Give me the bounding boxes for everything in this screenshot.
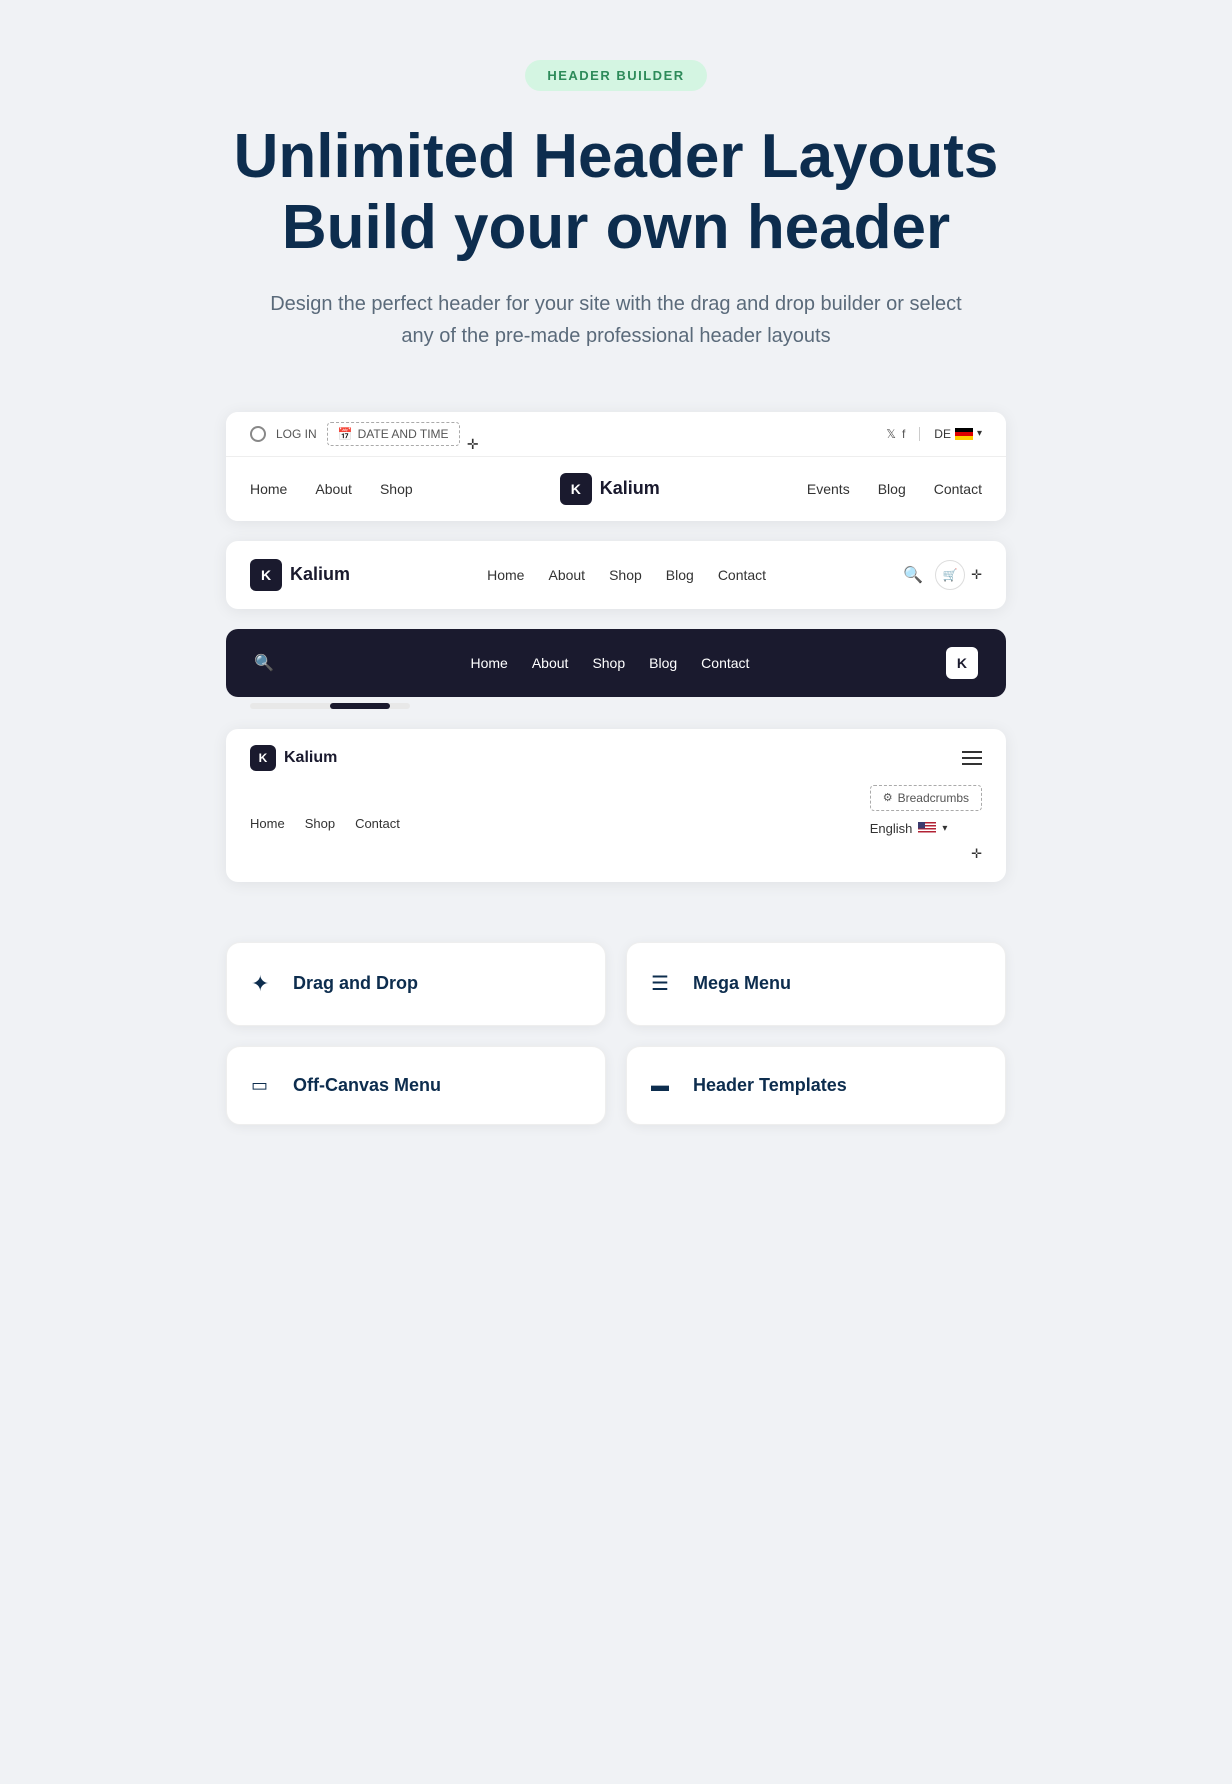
cart-icon-circle: 🛒	[935, 560, 965, 590]
p4-home: Home	[250, 816, 285, 831]
hero-title: Unlimited Header Layouts Build your own …	[234, 121, 999, 264]
breadcrumbs-label: Breadcrumbs	[898, 791, 969, 805]
logo-icon-1: K	[560, 473, 592, 505]
facebook-icon: f	[902, 427, 905, 441]
preview-4-nav: Home Shop Contact	[250, 816, 400, 831]
logo-icon-2: K	[250, 559, 282, 591]
p2-blog: Blog	[666, 567, 694, 583]
nav-link-events: Events	[807, 481, 850, 497]
drag-cursor-2: ✛	[971, 567, 982, 583]
top-bar-left: LOG IN 📅 DATE AND TIME ✛	[250, 422, 460, 446]
preview-2: K Kalium Home About Shop Blog Contact 🔍 …	[226, 541, 1006, 609]
p2-about: About	[548, 567, 585, 583]
drag-cursor-4: ✛	[971, 846, 982, 862]
preview-4-bottom: Home Shop Contact ⚙ Breadcrumbs English	[250, 785, 982, 862]
header-templates-icon: ▬	[651, 1075, 679, 1096]
p4-shop: Shop	[305, 816, 335, 831]
kalium-logo-2: K Kalium	[250, 559, 350, 591]
logo-icon-3: K	[946, 647, 978, 679]
nav-link-contact: Contact	[934, 481, 982, 497]
preview-2-icons: 🔍 🛒 ✛	[903, 560, 982, 590]
p3-home: Home	[470, 655, 507, 671]
feature-mega-menu[interactable]: ☰ Mega Menu	[626, 942, 1006, 1026]
login-label: LOG IN	[276, 427, 317, 441]
date-time-label: DATE AND TIME	[358, 427, 449, 441]
preview-1: LOG IN 📅 DATE AND TIME ✛ 𝕏 f DE	[226, 412, 1006, 521]
off-canvas-label: Off-Canvas Menu	[293, 1075, 441, 1096]
mega-menu-icon: ☰	[651, 971, 679, 996]
de-language-label: DE	[934, 427, 951, 441]
breadcrumbs-icon: ⚙	[883, 791, 893, 804]
p4-contact: Contact	[355, 816, 400, 831]
header-builder-badge: HEADER BUILDER	[525, 60, 706, 91]
language-selector-4: English ▾	[870, 821, 948, 836]
nav-link-shop: Shop	[380, 481, 413, 497]
logo-text-2: Kalium	[290, 564, 350, 585]
p3-contact: Contact	[701, 655, 749, 671]
kalium-logo-1: K Kalium	[560, 473, 660, 505]
search-icon-p3: 🔍	[254, 653, 274, 673]
preview-4-right: ⚙ Breadcrumbs English ▾ ✛	[870, 785, 982, 862]
calendar-icon: 📅	[338, 427, 353, 441]
hamburger-line-2	[962, 757, 982, 759]
hamburger-menu	[962, 751, 982, 765]
p3-blog: Blog	[649, 655, 677, 671]
us-flag-icon	[918, 822, 936, 834]
dropdown-arrow: ▾	[977, 428, 982, 439]
mega-menu-label: Mega Menu	[693, 973, 791, 994]
hamburger-line-1	[962, 751, 982, 753]
search-icon-p2: 🔍	[903, 565, 923, 585]
nav-link-about: About	[315, 481, 352, 497]
header-templates-label: Header Templates	[693, 1075, 847, 1096]
scrollbar-thumb	[330, 703, 390, 709]
preview-3-nav: Home About Shop Blog Contact	[470, 655, 749, 671]
logo-text-4: Kalium	[284, 749, 337, 767]
logo-text-1: Kalium	[600, 478, 660, 499]
twitter-icon: 𝕏	[886, 427, 896, 441]
feature-header-templates[interactable]: ▬ Header Templates	[626, 1046, 1006, 1125]
date-time-pill: 📅 DATE AND TIME ✛	[327, 422, 460, 446]
preview-3-wrapper: 🔍 Home About Shop Blog Contact K	[226, 629, 1006, 709]
cart-icon-p2: 🛒	[943, 568, 958, 582]
logo-icon-4: K	[250, 745, 276, 771]
breadcrumbs-pill: ⚙ Breadcrumbs	[870, 785, 982, 811]
feature-drag-drop[interactable]: ✦ Drag and Drop	[226, 942, 606, 1026]
lang-dropdown-arrow: ▾	[942, 823, 947, 834]
p2-home: Home	[487, 567, 524, 583]
right-nav-links: Events Blog Contact	[807, 481, 982, 497]
kalium-logo-4: K Kalium	[250, 745, 337, 771]
top-bar: LOG IN 📅 DATE AND TIME ✛ 𝕏 f DE	[226, 412, 1006, 457]
p2-contact: Contact	[718, 567, 766, 583]
nav-link-blog: Blog	[878, 481, 906, 497]
feature-off-canvas[interactable]: ▭ Off-Canvas Menu	[226, 1046, 606, 1125]
top-bar-right: 𝕏 f DE ▾	[886, 427, 982, 441]
scrollbar-indicator	[250, 703, 410, 709]
hero-subtitle: Design the perfect header for your site …	[266, 288, 966, 352]
preview-4-top: K Kalium	[250, 745, 982, 771]
social-icons: 𝕏 f	[886, 427, 905, 441]
english-label: English	[870, 821, 913, 836]
p2-shop: Shop	[609, 567, 642, 583]
main-nav-1: Home About Shop K Kalium Events Blog Con…	[226, 457, 1006, 521]
hamburger-line-3	[962, 763, 982, 765]
p3-about: About	[532, 655, 569, 671]
language-selector: DE ▾	[934, 427, 982, 441]
drag-drop-label: Drag and Drop	[293, 973, 418, 994]
preview-2-nav: Home About Shop Blog Contact	[487, 567, 766, 583]
off-canvas-icon: ▭	[251, 1075, 279, 1096]
cart-area: 🛒 ✛	[935, 560, 982, 590]
p3-shop: Shop	[592, 655, 625, 671]
login-icon	[250, 426, 266, 442]
header-previews: LOG IN 📅 DATE AND TIME ✛ 𝕏 f DE	[226, 412, 1006, 882]
drag-drop-icon: ✦	[251, 971, 279, 997]
drag-cursor-icon: ✛	[467, 436, 479, 453]
features-grid: ✦ Drag and Drop ☰ Mega Menu ▭ Off-Canvas…	[226, 942, 1006, 1125]
preview-4: K Kalium Home Shop Contact ⚙ Breadcrumbs	[226, 729, 1006, 882]
nav-link-home: Home	[250, 481, 287, 497]
preview-3-dark: 🔍 Home About Shop Blog Contact K	[226, 629, 1006, 697]
de-flag-icon	[955, 428, 973, 440]
left-nav-links: Home About Shop	[250, 481, 413, 497]
divider	[919, 427, 920, 441]
